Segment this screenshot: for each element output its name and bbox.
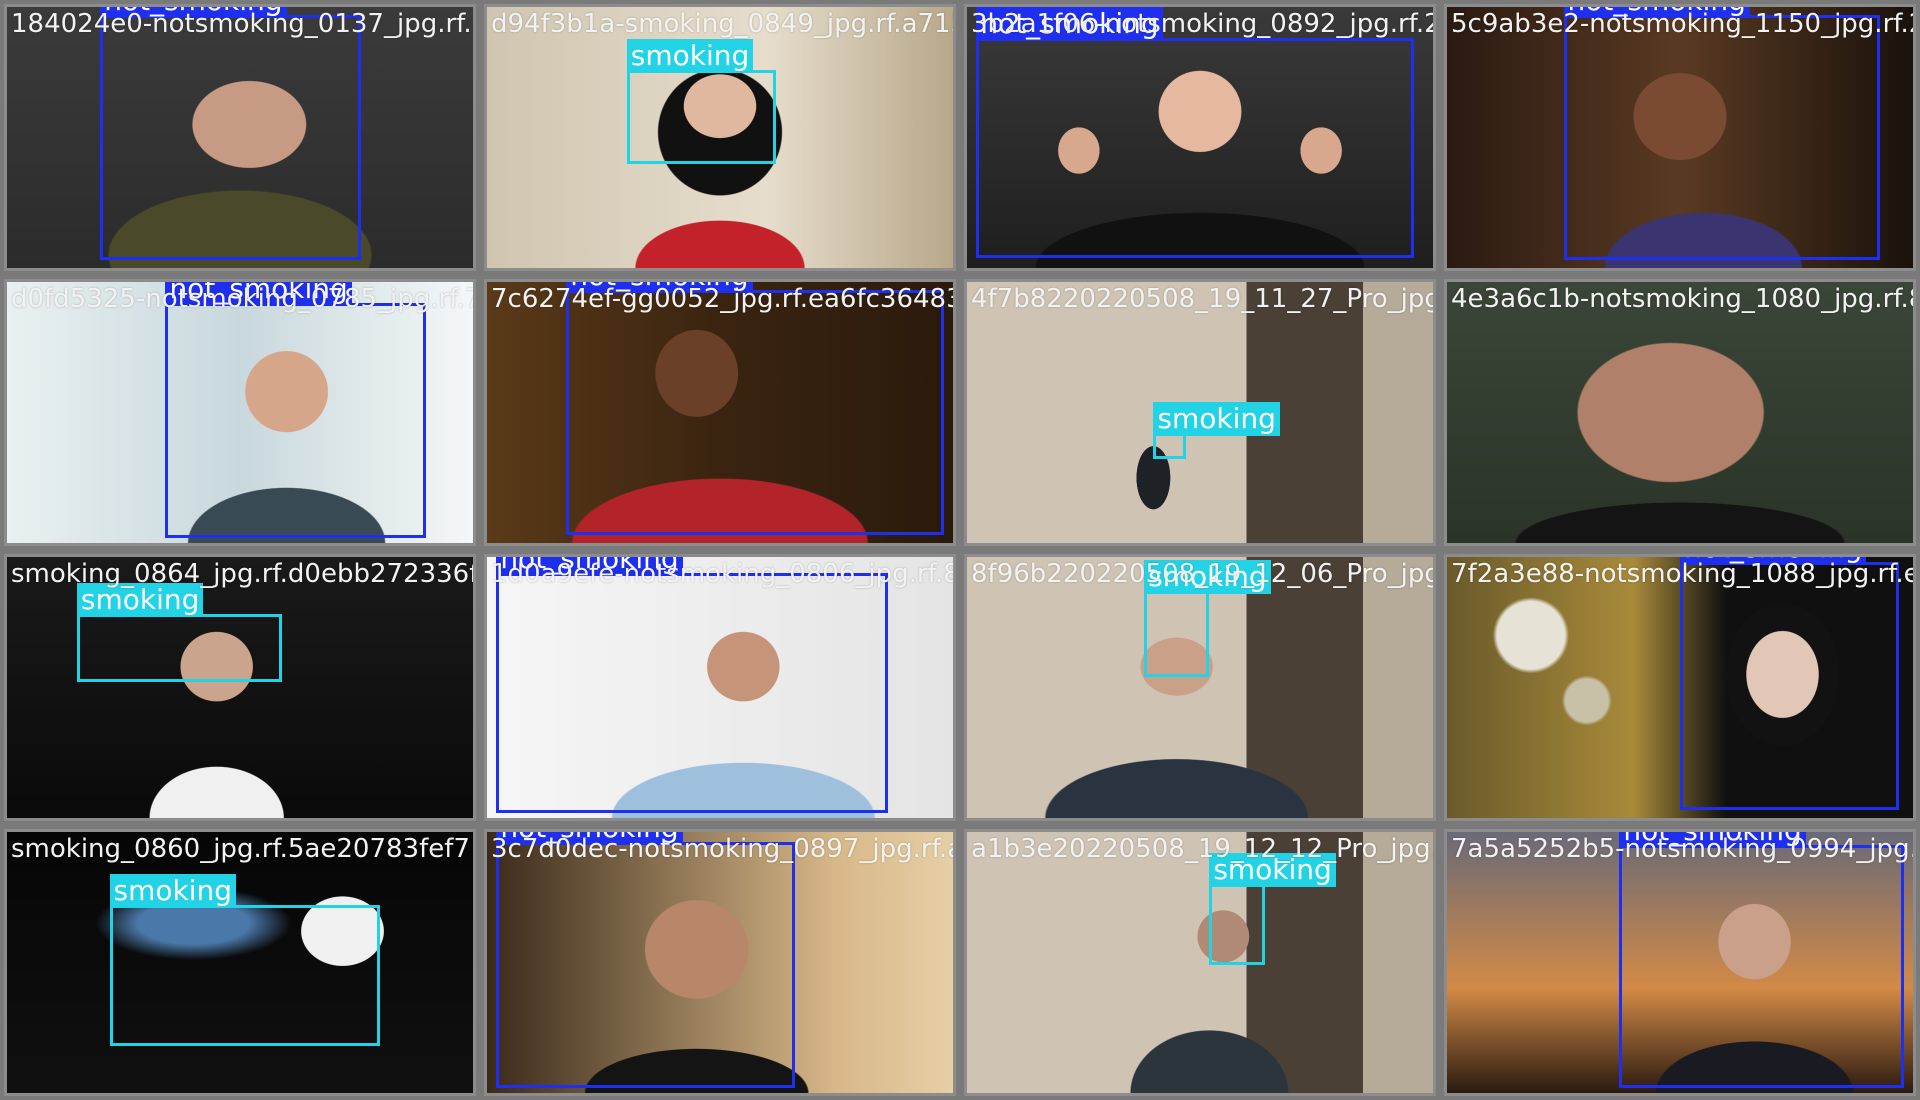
bounding-box: not_smoking	[566, 282, 944, 536]
filename-label: 8f96b220220508_19_12_06_Pro_jpg.rf.cdff7…	[971, 559, 1433, 589]
image-tile: 7f2a3e88-notsmoking_1088_jpg.rf.enot_smo…	[1444, 554, 1916, 821]
image-tile: smoking_0864_jpg.rf.d0ebb272336f smoking	[4, 554, 476, 821]
bounding-box: not_smoking	[1563, 7, 1881, 261]
filename-label: 4e3a6c1b-notsmoking_1080_jpg.rf.8	[1451, 284, 1916, 314]
image-tile: smoking_0860_jpg.rf.5ae20783fef7smoking	[4, 829, 476, 1096]
filename-label: 7f2a3e88-notsmoking_1088_jpg.rf.e	[1451, 559, 1916, 589]
photo	[967, 832, 1433, 1093]
bounding-box: smoking	[1209, 853, 1336, 966]
class-label: smoking	[626, 38, 754, 73]
image-tile: 8f96b220220508_19_12_06_Pro_jpg.rf.cdff7…	[964, 554, 1436, 821]
filename-label: smoking_0864_jpg.rf.d0ebb272336f	[11, 559, 476, 589]
image-tile: 4e3a6c1b-notsmoking_1080_jpg.rf.8	[1444, 279, 1916, 546]
bounding-box: not_smoking	[976, 7, 1415, 258]
bounding-box: smoking	[76, 583, 282, 683]
filename-label: 4f7b8220220508_19_11_27_Pro_jpg.rf.0361e…	[971, 284, 1436, 314]
bounding-box: smoking	[1144, 559, 1271, 678]
bounding-box: not_smoking	[1619, 832, 1904, 1088]
filename-label: 5c9ab3e2-notsmoking_1150_jpg.rf.23047d35…	[1451, 9, 1913, 39]
detection-grid: 184024e0-notsmoking_0137_jpg.rf.c84d0a8n…	[0, 0, 1920, 1100]
image-tile: 1d0a9efe-notsmoking_0806_jpg.rf.88f189no…	[484, 554, 956, 821]
image-tile: d0fd5325-notsmoking_0785_jpg.rf.75bb27a4…	[4, 279, 476, 546]
image-tile: 3c7d0dec-notsmoking_0897_jpg.rf.a4f12aen…	[484, 829, 956, 1096]
filename-label: 1d0a9efe-notsmoking_0806_jpg.rf.88f189	[491, 559, 956, 589]
filename-label: 3c7d0dec-notsmoking_0897_jpg.rf.a4f12ae	[491, 834, 953, 864]
bounding-box: not_smoking	[165, 282, 427, 538]
filename-label: d94f3b1a-smoking_0849_jpg.rf.a715acacb7a…	[491, 9, 953, 39]
image-tile: 5c9ab3e2-notsmoking_1150_jpg.rf.23047d35…	[1444, 4, 1916, 271]
bounding-box: not_smoking	[496, 832, 795, 1088]
filename-label: a1b3e20220508_19_12_12_Pro_jpg.rf.4c	[971, 834, 1436, 864]
filename-label: smoking_0860_jpg.rf.5ae20783fef7	[11, 834, 470, 864]
bounding-box: smoking	[109, 874, 380, 1047]
filename-label: d0fd5325-notsmoking_0785_jpg.rf.75bb27a4…	[11, 284, 473, 314]
class-label: smoking	[1153, 402, 1280, 437]
bounding-box: smoking	[626, 38, 776, 164]
class-label: smoking	[109, 874, 237, 909]
bounding-box: not_smoking	[496, 557, 888, 813]
image-tile: 7a5a5252b5-notsmoking_0994_jpg.rf.7 not_s…	[1444, 829, 1916, 1096]
filename-label: 3b2a1f06-notsmoking_0892_jpg.rf.2c664065	[971, 9, 1433, 39]
image-tile: 7c6274ef-gg0052_jpg.rf.ea6fc36483e87b82n…	[484, 279, 956, 546]
image-tile: 4f7b8220220508_19_11_27_Pro_jpg.rf.0361e…	[964, 279, 1436, 546]
image-tile: 3b2a1f06-notsmoking_0892_jpg.rf.2c664065…	[964, 4, 1436, 271]
bounding-box: not_smoking	[1680, 557, 1900, 811]
filename-label: 7c6274ef-gg0052_jpg.rf.ea6fc36483e87b82	[491, 284, 953, 314]
bounding-box: smoking	[1153, 402, 1280, 460]
photo	[1447, 282, 1913, 543]
image-tile: d94f3b1a-smoking_0849_jpg.rf.a715acacb7a…	[484, 4, 956, 271]
filename-label: 7a5a5252b5-notsmoking_0994_jpg.rf.7	[1451, 834, 1916, 864]
filename-label: 184024e0-notsmoking_0137_jpg.rf.c84d0a8	[11, 9, 473, 39]
bounding-box: not_smoking	[100, 7, 362, 261]
image-tile: 184024e0-notsmoking_0137_jpg.rf.c84d0a8n…	[4, 4, 476, 271]
image-tile: a1b3e20220508_19_12_12_Pro_jpg.rf.4csmok…	[964, 829, 1436, 1096]
